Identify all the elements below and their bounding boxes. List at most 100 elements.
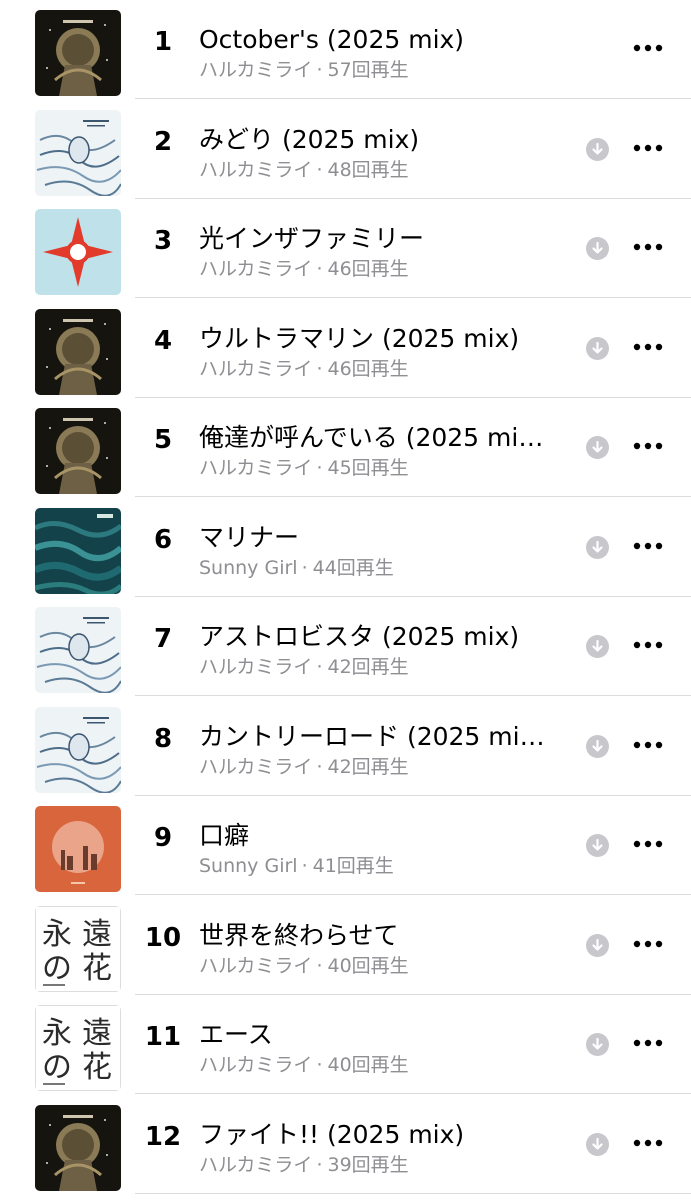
track-title: 世界を終わらせて xyxy=(199,920,399,950)
artist-name: ハルカミライ xyxy=(199,1153,313,1176)
more-options-icon[interactable] xyxy=(628,431,668,461)
more-options-icon[interactable] xyxy=(628,929,668,959)
download-icon[interactable] xyxy=(586,535,609,559)
track-rank: 9 xyxy=(153,823,173,853)
separator-dot: · xyxy=(316,1054,323,1076)
play-count: 40回再生 xyxy=(327,954,409,977)
separator-dot: · xyxy=(316,1153,323,1176)
svg-text:花: 花 xyxy=(82,1050,112,1085)
track-rank: 3 xyxy=(153,226,173,256)
play-count: 46回再生 xyxy=(327,258,409,280)
album-artwork xyxy=(35,109,121,196)
artist-name: ハルカミライ xyxy=(199,457,313,479)
more-options-icon[interactable] xyxy=(628,1128,668,1158)
track-subtitle: ハルカミライ · 45回再生 xyxy=(199,455,574,481)
track-row[interactable]: 永遠の花 11 エースハルカミライ · 40回再生 xyxy=(0,995,691,1094)
more-options-icon[interactable] xyxy=(628,630,668,660)
more-options-icon[interactable] xyxy=(628,332,668,362)
artist-name: ハルカミライ xyxy=(199,1054,313,1076)
track-subtitle: ハルカミライ · 40回再生 xyxy=(199,953,574,979)
track-title: October's (2025 mix) xyxy=(199,25,465,54)
download-icon[interactable] xyxy=(586,635,609,658)
track-subtitle: ハルカミライ · 46回再生 xyxy=(199,256,574,282)
play-count: 40回再生 xyxy=(327,1054,409,1076)
track-subtitle: ハルカミライ · 48回再生 xyxy=(199,157,574,183)
track-row[interactable]: 6 マリナー Sunny Girl · 44回再生 xyxy=(0,498,691,597)
track-row[interactable]: 8 カントリーロード (2025 mi… ハルカミライ · 42回再生 xyxy=(0,697,691,796)
track-title: アストロビスタ (2025 mix) xyxy=(199,622,520,651)
artist-name: ハルカミライ xyxy=(199,258,313,280)
track-title: マリナー xyxy=(199,522,300,552)
track-title: 光インザファミリー xyxy=(199,224,425,253)
download-icon[interactable] xyxy=(586,237,609,260)
download-icon[interactable] xyxy=(586,137,609,161)
album-artwork: 永遠の花 xyxy=(35,1005,121,1091)
track-row[interactable]: 12 ファイト!! (2025 mix) ハルカミライ · 39回再生 xyxy=(0,1095,691,1194)
album-artwork xyxy=(35,706,121,793)
track-row[interactable]: 7 アストロビスタ (2025 mix) ハルカミライ · 42回再生 xyxy=(0,597,691,696)
album-artwork xyxy=(35,10,121,96)
play-count: 45回再生 xyxy=(327,457,409,479)
more-options-icon[interactable] xyxy=(628,133,668,163)
track-title: エース xyxy=(199,1020,273,1049)
track-row[interactable]: 永遠の花 10 世界を終わらせてハルカミライ · 40回再生 xyxy=(0,896,691,995)
track-title: 俺達が呼んでいる (2025 mi… xyxy=(199,423,544,452)
more-options-icon[interactable] xyxy=(628,730,668,760)
more-options-icon[interactable] xyxy=(628,531,668,561)
separator-dot: · xyxy=(301,556,308,579)
play-count: 41回再生 xyxy=(312,855,394,877)
play-count: 44回再生 xyxy=(312,556,394,579)
download-icon[interactable] xyxy=(586,933,609,957)
download-icon[interactable] xyxy=(586,834,609,857)
separator-dot: · xyxy=(316,258,323,280)
track-rank: 11 xyxy=(144,1022,182,1052)
more-options-icon[interactable] xyxy=(628,33,668,63)
track-row[interactable]: 5 俺達が呼んでいる (2025 mi… ハルカミライ · 45回再生 xyxy=(0,398,691,497)
track-title: カントリーロード (2025 mi… xyxy=(199,721,545,751)
artist-name: ハルカミライ xyxy=(199,158,313,181)
download-icon[interactable] xyxy=(586,1132,609,1156)
track-rank: 1 xyxy=(153,27,173,57)
track-subtitle: ハルカミライ · 39回再生 xyxy=(199,1152,574,1178)
track-row[interactable]: 3 光インザファミリーハルカミライ · 46回再生 xyxy=(0,199,691,298)
track-row[interactable]: 4 ウルトラマリン (2025 mix) ハルカミライ · 46回再生 xyxy=(0,299,691,398)
svg-text:遠: 遠 xyxy=(82,917,112,952)
track-row[interactable]: 1 October's (2025 mix) ハルカミライ · 57回再生 xyxy=(0,0,691,99)
track-row[interactable]: 9 口癖 Sunny Girl · 41回再生 xyxy=(0,796,691,895)
more-options-icon[interactable] xyxy=(628,829,668,859)
album-artwork xyxy=(35,1104,121,1191)
track-subtitle: ハルカミライ · 42回再生 xyxy=(199,654,574,680)
track-rank: 10 xyxy=(144,922,182,953)
svg-text:永: 永 xyxy=(42,917,72,952)
play-count: 57回再生 xyxy=(327,59,409,81)
artist-name: Sunny Girl xyxy=(199,855,298,877)
svg-text:の: の xyxy=(42,1050,72,1085)
svg-text:花: 花 xyxy=(82,951,112,986)
separator-dot: · xyxy=(316,357,323,380)
download-icon[interactable] xyxy=(586,734,609,758)
more-options-icon[interactable] xyxy=(628,232,668,262)
album-artwork xyxy=(35,607,121,693)
album-artwork xyxy=(35,308,121,395)
track-rank: 7 xyxy=(153,624,173,654)
album-artwork xyxy=(35,408,121,494)
download-icon[interactable] xyxy=(586,336,609,360)
album-artwork: 永遠の花 xyxy=(35,905,121,992)
track-subtitle: Sunny Girl · 44回再生 xyxy=(199,555,574,581)
album-artwork xyxy=(35,806,121,892)
track-rank: 4 xyxy=(153,325,173,356)
separator-dot: · xyxy=(301,855,308,877)
play-count: 46回再生 xyxy=(327,357,409,380)
track-rank: 5 xyxy=(153,425,173,455)
track-rank: 8 xyxy=(153,723,173,754)
album-artwork xyxy=(35,209,121,295)
track-row[interactable]: 2 みどり (2025 mix) ハルカミライ · 48回再生 xyxy=(0,100,691,199)
download-icon[interactable] xyxy=(586,1033,609,1056)
track-title: ウルトラマリン (2025 mix) xyxy=(199,323,520,353)
play-count: 48回再生 xyxy=(327,158,409,181)
track-subtitle: ハルカミライ · 40回再生 xyxy=(199,1052,574,1078)
download-icon[interactable] xyxy=(586,436,609,459)
artist-name: ハルカミライ xyxy=(199,954,313,977)
more-options-icon[interactable] xyxy=(628,1028,668,1058)
svg-text:の: の xyxy=(42,951,72,986)
